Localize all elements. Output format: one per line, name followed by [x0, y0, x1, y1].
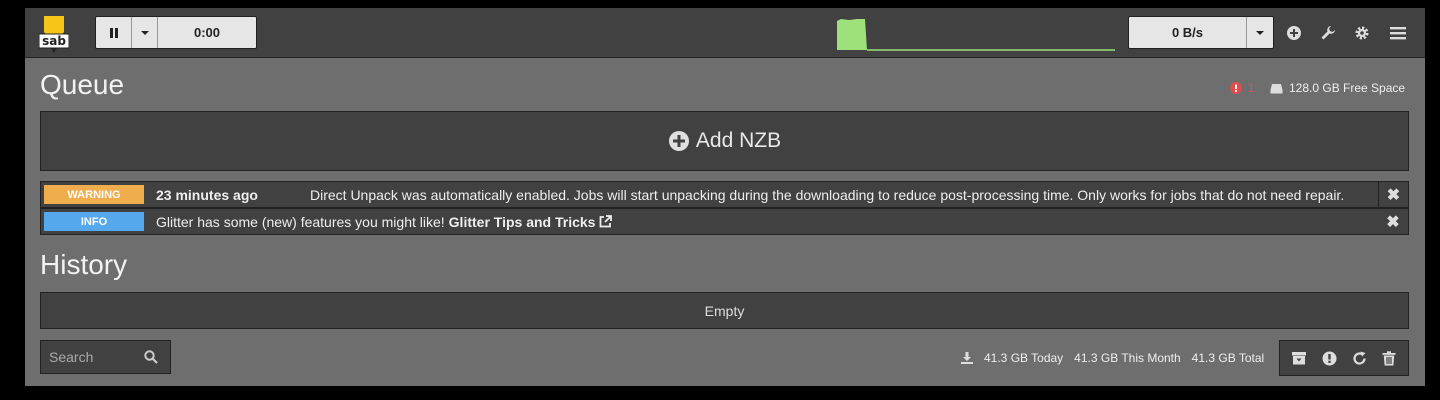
search-icon[interactable]: [144, 350, 158, 364]
gear-icon[interactable]: [1352, 23, 1372, 43]
info-badge: INFO: [44, 212, 144, 231]
trash-icon[interactable]: [1379, 348, 1399, 368]
pause-dropdown-button[interactable]: [132, 17, 158, 48]
add-nzb-label: Add NZB: [695, 129, 782, 152]
caret-down-icon: [140, 30, 149, 35]
stats-month: 41.3 GB This Month: [1074, 351, 1181, 365]
logo-text: sab: [42, 34, 66, 48]
wrench-icon[interactable]: [1318, 23, 1338, 43]
exclamation-circle-icon: [1230, 82, 1242, 94]
download-icon: [961, 352, 973, 364]
info-message: INFO Glitter has some (new) features you…: [40, 208, 1409, 235]
message-time: 23 minutes ago: [156, 186, 258, 203]
pause-icon: [109, 27, 118, 38]
sab-logo[interactable]: sab: [38, 14, 70, 54]
queue-title: Queue: [40, 69, 125, 100]
free-space-text: 128.0 GB Free Space: [1289, 81, 1406, 95]
dismiss-warning-button[interactable]: ✖: [1378, 182, 1408, 207]
history-title: History: [40, 249, 128, 280]
stats-today: 41.3 GB Today: [984, 351, 1064, 365]
speed-dropdown-button[interactable]: [1247, 17, 1273, 48]
close-icon: ✖: [1386, 213, 1400, 231]
add-icon[interactable]: [1284, 23, 1304, 43]
plus-circle-icon: [668, 131, 689, 151]
app-window: sab 0:00 0 B/s Queue 1 128.0 GB Free Spa…: [25, 8, 1425, 386]
warnings-indicator[interactable]: 1: [1230, 81, 1255, 95]
speed-chart: [837, 19, 1115, 51]
time-left: 0:00: [158, 17, 256, 48]
stats-total: 41.3 GB Total: [1191, 351, 1265, 365]
glitter-tips-link[interactable]: Glitter Tips and Tricks: [449, 214, 613, 230]
message-text: Direct Unpack was automatically enabled.…: [310, 186, 1345, 203]
dismiss-info-button[interactable]: ✖: [1378, 209, 1408, 234]
speed-controls: 0 B/s: [1128, 16, 1274, 49]
pause-button[interactable]: [96, 17, 132, 48]
caret-down-icon: [1256, 30, 1264, 35]
refresh-icon[interactable]: [1349, 348, 1369, 368]
close-icon: ✖: [1386, 186, 1401, 204]
history-search: [40, 340, 171, 374]
speed-limit[interactable]: 0 B/s: [1129, 17, 1247, 48]
search-input[interactable]: [49, 349, 144, 365]
free-space-indicator: 128.0 GB Free Space: [1270, 81, 1405, 95]
pause-controls: 0:00: [95, 16, 257, 49]
external-link-icon: [599, 214, 613, 227]
top-bar: sab 0:00 0 B/s: [25, 8, 1425, 58]
download-stats: 41.3 GB Today 41.3 GB This Month 41.3 GB…: [961, 351, 1264, 365]
history-actions: [1279, 340, 1409, 376]
link-text: Glitter Tips and Tricks: [448, 213, 596, 230]
message-text: Glitter has some (new) features you migh…: [156, 213, 445, 230]
hdd-icon: [1270, 83, 1283, 93]
warning-count: 1: [1248, 81, 1255, 95]
add-nzb-button[interactable]: Add NZB: [40, 111, 1409, 171]
menu-icon[interactable]: [1388, 23, 1408, 43]
exclamation-circle-icon[interactable]: [1319, 348, 1339, 368]
warning-message: WARNING 23 minutes ago Direct Unpack was…: [40, 181, 1409, 208]
history-empty-text: Empty: [704, 302, 745, 319]
archive-icon[interactable]: [1289, 348, 1309, 368]
warning-badge: WARNING: [44, 185, 144, 204]
history-list: Empty: [40, 292, 1409, 329]
